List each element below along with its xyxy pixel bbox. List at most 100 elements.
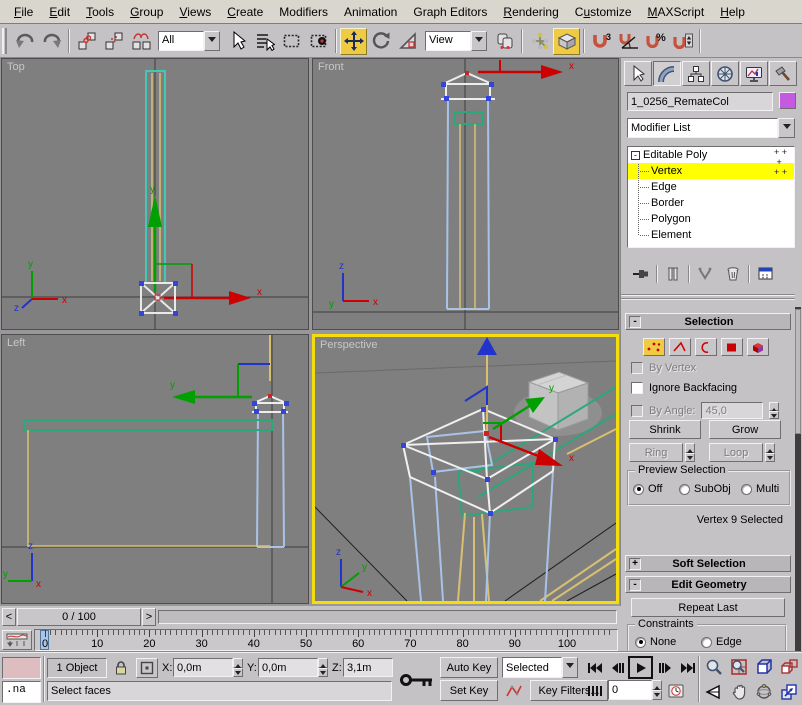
preview-off-radio[interactable] <box>633 484 644 495</box>
rollout-soft-selection[interactable]: + Soft Selection <box>625 555 791 572</box>
select-object-button[interactable] <box>224 28 251 55</box>
selection-lock-button[interactable] <box>111 658 130 678</box>
go-to-end-button[interactable] <box>677 657 698 678</box>
window-crossing-button[interactable] <box>305 28 332 55</box>
next-frame-arrow[interactable]: > <box>142 608 156 626</box>
viewport-perspective-label[interactable]: Perspective <box>320 339 377 351</box>
tab-display[interactable] <box>740 61 768 86</box>
default-in-out-tangents-button[interactable] <box>502 680 526 701</box>
percent-snap-button[interactable]: % <box>642 28 669 55</box>
viewport-left-label[interactable]: Left <box>7 337 25 349</box>
preview-multi-radio[interactable] <box>741 484 752 495</box>
constraints-none-radio[interactable] <box>635 637 646 648</box>
time-slider-handle[interactable]: 0 / 100 <box>17 608 141 626</box>
key-selection-dropdown[interactable]: Selected <box>502 657 578 678</box>
shrink-button[interactable]: Shrink <box>629 420 701 439</box>
menu-group[interactable]: Group <box>122 2 171 22</box>
play-button[interactable] <box>628 656 653 679</box>
dropdown-arrow-icon[interactable] <box>204 31 220 51</box>
maximize-viewport-toggle-button[interactable] <box>777 680 801 704</box>
viewport-top-label[interactable]: Top <box>7 61 25 73</box>
next-frame-button[interactable] <box>655 657 676 678</box>
zoom-extents-button[interactable] <box>752 655 776 679</box>
auto-key-button[interactable]: Auto Key <box>440 657 498 678</box>
by-vertex-checkbox[interactable] <box>631 362 643 374</box>
menu-file[interactable]: File <box>6 2 41 22</box>
ignore-backfacing-checkbox[interactable] <box>631 382 643 394</box>
undo-button[interactable] <box>11 28 38 55</box>
macro-recorder-pane[interactable] <box>2 657 41 679</box>
subobj-edge-button[interactable] <box>669 338 691 356</box>
menu-create[interactable]: Create <box>219 2 271 22</box>
configure-modifier-sets-button[interactable] <box>753 264 779 284</box>
angle-snap-button[interactable] <box>615 28 642 55</box>
tab-modify[interactable] <box>653 61 681 86</box>
make-unique-button[interactable] <box>693 264 717 284</box>
expand-icon[interactable]: + <box>629 558 641 570</box>
menu-maxscript[interactable]: MAXScript <box>640 2 713 22</box>
ring-spinner[interactable] <box>685 443 695 462</box>
y-coordinate-field[interactable]: 0,0m <box>258 658 318 677</box>
current-frame-field[interactable]: 0 <box>608 680 652 700</box>
viewport-top[interactable]: Top y x <box>1 58 309 330</box>
menu-tools[interactable]: Tools <box>78 2 122 22</box>
zoom-extents-all-button[interactable] <box>777 655 801 679</box>
grow-button[interactable]: Grow <box>709 420 781 439</box>
viewport-perspective[interactable]: Perspective <box>312 334 619 604</box>
select-and-scale-button[interactable] <box>394 28 421 55</box>
stack-item-edge[interactable]: Edge <box>628 179 794 195</box>
stack-item-element[interactable]: Element <box>628 227 794 243</box>
dropdown-arrow-icon[interactable] <box>778 118 795 138</box>
pan-button[interactable] <box>727 680 751 704</box>
rollout-selection[interactable]: - Selection <box>625 313 791 330</box>
snap-cube-toggle-button[interactable] <box>553 28 580 55</box>
select-by-name-button[interactable] <box>251 28 278 55</box>
preview-subobj-radio[interactable] <box>679 484 690 495</box>
collapse-box-icon[interactable]: - <box>631 151 640 160</box>
tab-create[interactable] <box>624 61 652 86</box>
absolute-mode-button[interactable] <box>136 658 158 678</box>
prev-frame-arrow[interactable]: < <box>2 608 16 626</box>
time-slider-track[interactable] <box>158 610 617 624</box>
by-angle-field[interactable]: 45,0 <box>701 402 763 419</box>
constraints-edge-radio[interactable] <box>701 637 712 648</box>
rollout-edit-geometry[interactable]: - Edit Geometry <box>625 576 791 593</box>
loop-button[interactable]: Loop <box>709 443 763 462</box>
viewport-front-label[interactable]: Front <box>318 61 344 73</box>
tab-hierarchy[interactable] <box>682 61 710 86</box>
mini-curve-editor-button[interactable] <box>2 630 32 650</box>
selection-region-button[interactable] <box>278 28 305 55</box>
collapse-icon[interactable]: - <box>629 316 641 328</box>
subobj-vertex-button[interactable] <box>643 338 665 356</box>
menu-modifiers[interactable]: Modifiers <box>271 2 336 22</box>
select-and-rotate-button[interactable] <box>367 28 394 55</box>
go-to-start-button[interactable] <box>584 657 605 678</box>
select-and-manipulate-button[interactable] <box>526 28 553 55</box>
tab-motion[interactable] <box>711 61 739 86</box>
snaps-toggle-button[interactable]: 3 <box>588 28 615 55</box>
subobj-polygon-button[interactable] <box>721 338 743 356</box>
key-mode-toggle-button[interactable] <box>584 680 605 701</box>
panel-scrollbar-thumb[interactable] <box>795 309 801 434</box>
menu-edit[interactable]: Edit <box>41 2 78 22</box>
zoom-button[interactable] <box>702 655 726 679</box>
unlink-selection-button[interactable] <box>100 28 127 55</box>
pin-stack-button[interactable] <box>629 264 653 284</box>
by-angle-checkbox[interactable] <box>631 405 643 417</box>
bind-to-space-warp-button[interactable] <box>127 28 154 55</box>
set-key-button[interactable]: Set Key <box>440 680 498 701</box>
object-color-swatch[interactable] <box>779 92 796 109</box>
viewport-left[interactable]: Left y <box>1 334 309 604</box>
by-angle-spinner[interactable] <box>769 402 779 419</box>
subobj-element-button[interactable] <box>747 338 769 356</box>
collapse-icon[interactable]: - <box>629 579 641 591</box>
zoom-all-button[interactable] <box>727 655 751 679</box>
menu-help[interactable]: Help <box>712 2 753 22</box>
set-keys-button[interactable] <box>396 657 438 702</box>
repeat-last-button[interactable]: Repeat Last <box>631 598 785 617</box>
field-of-view-button[interactable] <box>702 680 726 704</box>
stack-item-border[interactable]: Border <box>628 195 794 211</box>
menu-animation[interactable]: Animation <box>336 2 405 22</box>
toolbar-drag-handle[interactable] <box>2 28 7 54</box>
stack-item-polygon[interactable]: Polygon <box>628 211 794 227</box>
